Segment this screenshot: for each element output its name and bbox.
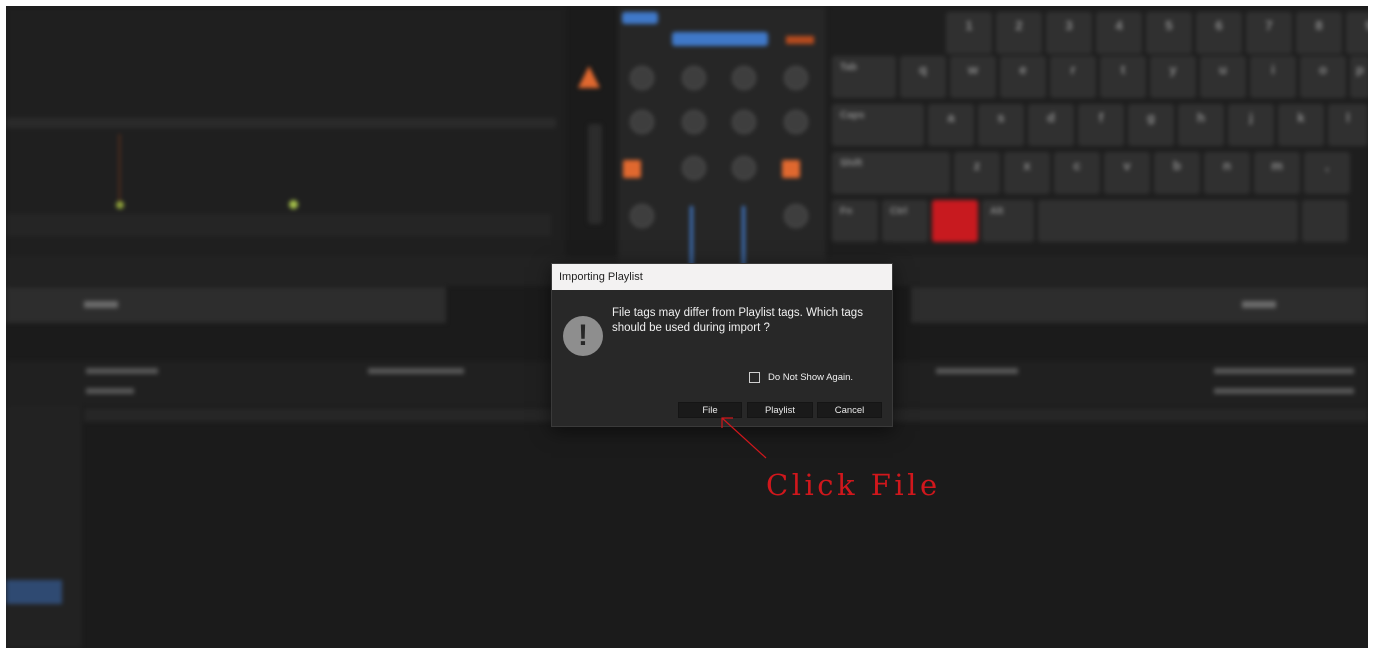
click-file-annotation: Click File [766, 468, 941, 502]
annotation-arrow-icon [721, 417, 767, 459]
app-window: 1 2 3 4 5 6 7 8 9 Tab q w e r t y u i o … [6, 6, 1368, 648]
